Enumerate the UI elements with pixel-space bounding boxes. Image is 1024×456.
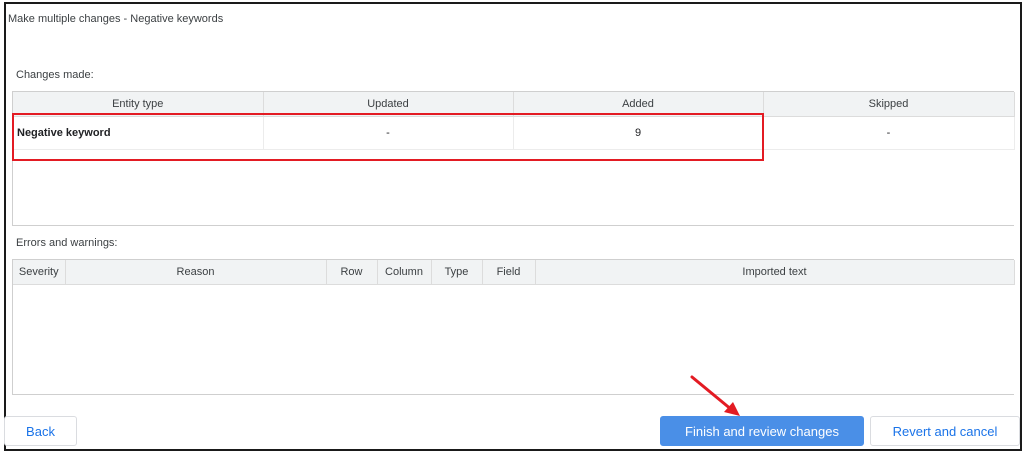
errors-header-row: Severity Reason Row Column Type Field Im… <box>13 260 1015 285</box>
column-header-row[interactable]: Row <box>326 260 378 285</box>
dialog-title: Make multiple changes - Negative keyword… <box>8 13 224 25</box>
column-header-column[interactable]: Column <box>377 260 432 285</box>
changes-table-panel: Entity type Updated Added Skipped Negati… <box>12 91 1015 226</box>
column-header-type[interactable]: Type <box>431 260 483 285</box>
finish-review-button[interactable]: Finish and review changes <box>660 416 864 446</box>
column-header-imported-text[interactable]: Imported text <box>535 260 1015 285</box>
entity-type-cell: Negative keyword <box>13 116 264 150</box>
updated-cell: - <box>263 116 514 150</box>
changes-made-label: Changes made: <box>16 69 94 81</box>
changes-header-row: Entity type Updated Added Skipped <box>13 92 1015 117</box>
column-header-reason[interactable]: Reason <box>65 260 327 285</box>
column-header-skipped[interactable]: Skipped <box>763 92 1015 117</box>
skipped-cell: - <box>763 116 1015 150</box>
revert-cancel-button[interactable]: Revert and cancel <box>870 416 1020 446</box>
column-header-entity-type[interactable]: Entity type <box>13 92 264 117</box>
added-cell: 9 <box>513 116 764 150</box>
column-header-added[interactable]: Added <box>513 92 764 117</box>
column-header-field[interactable]: Field <box>482 260 536 285</box>
column-header-severity[interactable]: Severity <box>13 260 66 285</box>
back-button[interactable]: Back <box>4 416 77 446</box>
red-arrow-annotation <box>690 375 740 416</box>
errors-table-panel: Severity Reason Row Column Type Field Im… <box>12 259 1015 395</box>
errors-warnings-label: Errors and warnings: <box>16 237 118 249</box>
column-header-updated[interactable]: Updated <box>263 92 514 117</box>
table-row: Negative keyword - 9 - <box>13 116 1015 150</box>
errors-table: Severity Reason Row Column Type Field Im… <box>13 260 1015 285</box>
changes-table: Entity type Updated Added Skipped Negati… <box>13 92 1015 150</box>
